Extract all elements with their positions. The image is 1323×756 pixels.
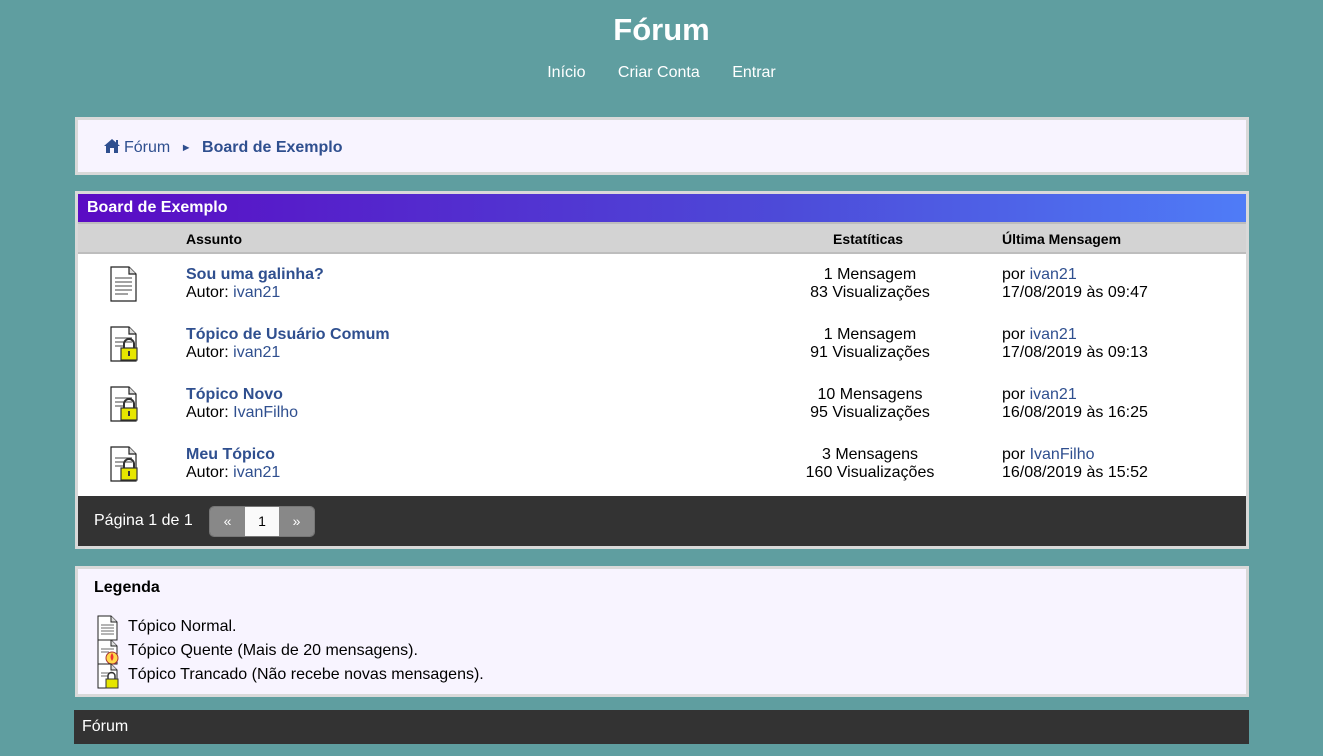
breadcrumb: Fórum ► Board de Exemplo bbox=[75, 117, 1249, 175]
last-by-label: por bbox=[1002, 446, 1026, 463]
author-label: Autor: bbox=[186, 464, 229, 481]
message-count: 10 Mensagens bbox=[817, 386, 923, 403]
legend-label: Tópico Quente (Mais de 20 mensagens). bbox=[128, 642, 418, 659]
table-header: Assunto Estatíticas Última Mensagem bbox=[78, 222, 1246, 254]
last-date: 16/08/2019 às 16:25 bbox=[1002, 404, 1148, 421]
breadcrumb-root-link[interactable]: Fórum bbox=[103, 139, 175, 156]
author-label: Autor: bbox=[186, 404, 229, 421]
message-count: 3 Mensagens bbox=[821, 446, 919, 463]
breadcrumb-separator: ► bbox=[180, 142, 192, 154]
breadcrumb-current-link[interactable]: Board de Exemplo bbox=[202, 139, 342, 156]
page-indicator: Página 1 de 1 bbox=[94, 512, 193, 529]
topic-title-link[interactable]: Tópico de Usuário Comum bbox=[186, 326, 390, 343]
legend-item: Tópico Trancado (Não recebe novas mensag… bbox=[96, 663, 484, 689]
legend-item: Tópico Quente (Mais de 20 mensagens). bbox=[96, 639, 418, 665]
legend-label: Tópico Trancado (Não recebe novas mensag… bbox=[128, 666, 484, 683]
last-by-link[interactable]: IvanFilho bbox=[1030, 446, 1095, 463]
topic-title-link[interactable]: Meu Tópico bbox=[186, 446, 275, 463]
last-by-link[interactable]: ivan21 bbox=[1030, 386, 1077, 403]
table-row: Meu Tópico Autor: ivan21 3 Mensagens 160… bbox=[78, 434, 1246, 494]
last-date: 17/08/2019 às 09:47 bbox=[1002, 284, 1148, 301]
normal-topic-icon bbox=[108, 266, 138, 307]
home-icon bbox=[103, 138, 121, 159]
column-subject: Assunto bbox=[186, 231, 242, 247]
author-label: Autor: bbox=[186, 344, 229, 361]
pagination-bar: Página 1 de 1 « 1 » bbox=[78, 496, 1246, 546]
table-row: Tópico Novo Autor: IvanFilho 10 Mensagen… bbox=[78, 374, 1246, 434]
next-page-button[interactable]: » bbox=[279, 507, 314, 536]
locked-topic-icon bbox=[108, 326, 142, 367]
message-count: 1 Mensagem bbox=[823, 326, 917, 343]
last-by-label: por bbox=[1002, 266, 1026, 283]
message-count: 1 Mensagem bbox=[823, 266, 917, 283]
author-label: Autor: bbox=[186, 284, 229, 301]
table-row: Sou uma galinha? Autor: ivan21 1 Mensage… bbox=[78, 254, 1246, 314]
author-link[interactable]: ivan21 bbox=[233, 284, 280, 301]
locked-topic-icon bbox=[108, 446, 142, 487]
author-link[interactable]: ivan21 bbox=[233, 344, 280, 361]
locked-topic-icon bbox=[108, 386, 142, 427]
nav-home-link[interactable]: Início bbox=[547, 64, 585, 81]
table-row: Tópico de Usuário Comum Autor: ivan21 1 … bbox=[78, 314, 1246, 374]
topic-title-link[interactable]: Tópico Novo bbox=[186, 386, 283, 403]
nav-register-link[interactable]: Criar Conta bbox=[618, 64, 700, 81]
legend-label: Tópico Normal. bbox=[128, 618, 237, 635]
view-count: 160 Visualizações bbox=[805, 464, 935, 481]
breadcrumb-root-label: Fórum bbox=[124, 139, 171, 156]
board-panel: Board de Exemplo Assunto Estatíticas Últ… bbox=[75, 191, 1249, 549]
legend-item: Tópico Normal. bbox=[96, 615, 236, 641]
column-last-message: Última Mensagem bbox=[1002, 231, 1122, 247]
footer: Fórum bbox=[74, 710, 1249, 744]
board-title: Board de Exemplo bbox=[78, 194, 1246, 222]
last-by-link[interactable]: ivan21 bbox=[1030, 326, 1077, 343]
legend-title: Legenda bbox=[94, 579, 160, 596]
view-count: 83 Visualizações bbox=[810, 284, 930, 301]
locked-topic-icon bbox=[96, 663, 120, 693]
last-by-label: por bbox=[1002, 326, 1026, 343]
site-title: Fórum bbox=[613, 12, 710, 47]
view-count: 95 Visualizações bbox=[810, 404, 930, 421]
top-nav: Início Criar Conta Entrar bbox=[0, 64, 1323, 82]
last-by-link[interactable]: ivan21 bbox=[1030, 266, 1077, 283]
legend-panel: Legenda Tópico Normal. Tópico Quente (Ma… bbox=[75, 566, 1249, 697]
last-date: 17/08/2019 às 09:13 bbox=[1002, 344, 1148, 361]
prev-page-button[interactable]: « bbox=[210, 507, 245, 536]
topic-list: Sou uma galinha? Autor: ivan21 1 Mensage… bbox=[78, 254, 1246, 496]
author-link[interactable]: IvanFilho bbox=[233, 404, 298, 421]
author-link[interactable]: ivan21 bbox=[233, 464, 280, 481]
pagination: « 1 » bbox=[209, 506, 315, 537]
nav-login-link[interactable]: Entrar bbox=[732, 64, 776, 81]
view-count: 91 Visualizações bbox=[810, 344, 930, 361]
column-stats: Estatíticas bbox=[833, 231, 904, 247]
last-date: 16/08/2019 às 15:52 bbox=[1002, 464, 1148, 481]
page-1-button[interactable]: 1 bbox=[245, 507, 279, 536]
last-by-label: por bbox=[1002, 386, 1026, 403]
topic-title-link[interactable]: Sou uma galinha? bbox=[186, 266, 324, 283]
